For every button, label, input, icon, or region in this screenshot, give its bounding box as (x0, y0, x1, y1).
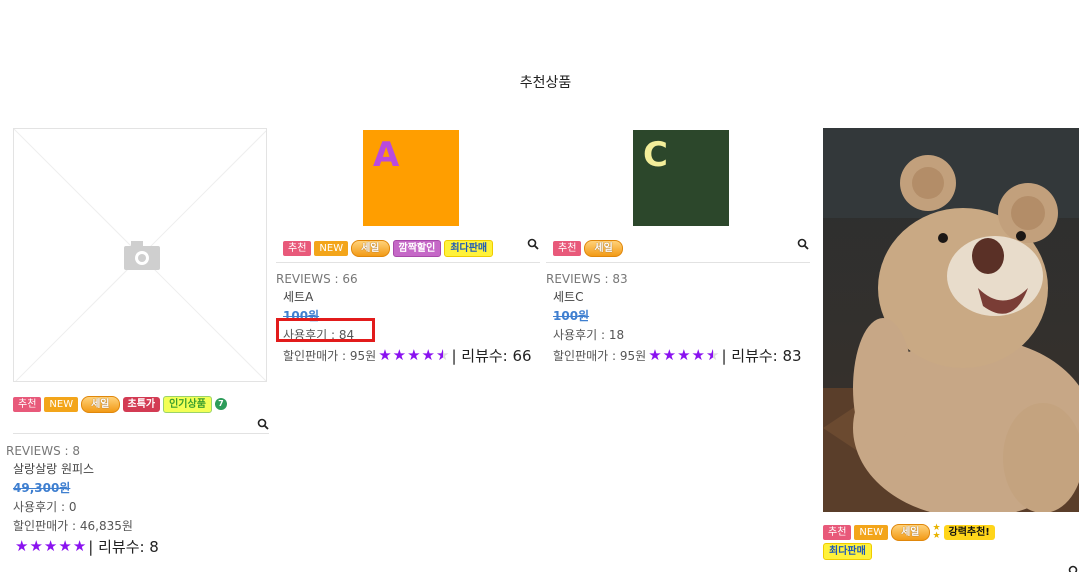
badge-sale: 세일 (891, 523, 930, 541)
product-badges-3: 추천 세일 (553, 239, 623, 257)
product-badges-2: 추천 NEW 세일 깜짝할인 최다판매 (283, 239, 494, 257)
badge-new: NEW (44, 396, 79, 412)
divider (546, 262, 810, 263)
badge-special-price: 초특가 (122, 396, 161, 412)
badge-flash-discount: 깜짝할인 (392, 239, 442, 257)
star-rating: ★★★★★★ (378, 348, 449, 363)
product-thumbnail[interactable]: A (363, 130, 459, 226)
product-thumbnail[interactable]: C (633, 130, 729, 226)
badge-best-seller: 최다판매 (823, 542, 872, 560)
search-icon[interactable] (527, 238, 539, 250)
product-badges-4: 추천 NEW 세일 ★ ★ 강력추천! (823, 523, 995, 541)
search-icon[interactable] (797, 238, 809, 250)
star-full-icon: ★ (677, 346, 691, 364)
teddy-bear-photo (823, 128, 1079, 512)
sale-price: 할인판매가 : 95원 (283, 349, 377, 363)
badge-sale: 세일 (81, 395, 120, 413)
star-half-icon: ★★ (706, 346, 720, 364)
highlight-box (276, 318, 375, 342)
product-name[interactable]: 세트A (276, 288, 532, 305)
product-name[interactable]: 살랑살랑 원피스 (6, 460, 159, 477)
original-price: 49,300원 (13, 481, 71, 495)
star-full-icon: ★ (662, 346, 677, 364)
product-card-3[interactable]: C (546, 130, 729, 226)
product-info-3: REVIEWS : 83 세트C 100원 사용후기 : 18 할인판매가 : … (546, 272, 802, 366)
section-title: 추천상품 (519, 75, 572, 91)
reviews-label: REVIEWS : 66 (276, 272, 358, 286)
star-half-icon: ★★ (436, 346, 450, 364)
badge-recommend: 추천 (13, 396, 42, 412)
placeholder-image (14, 129, 266, 381)
badge-popular: 인기상품 (163, 395, 212, 413)
badge-count: 7 (214, 398, 227, 410)
rating-row: ★ ★ ★ ★ ★ | 리뷰수: 8 (6, 536, 159, 557)
review-count: 사용후기 : 18 (553, 328, 625, 342)
badge-recommend: 추천 (553, 240, 582, 256)
product-card-1[interactable] (13, 128, 267, 382)
star-decoration-icon: ★ ★ (932, 523, 941, 541)
badge-new: NEW (854, 524, 889, 540)
star-full-icon: ★ (58, 537, 72, 555)
badge-best-seller: 최다판매 (444, 239, 494, 257)
reviews-label: REVIEWS : 8 (6, 444, 81, 458)
sale-price: 할인판매가 : 95원 (553, 349, 647, 363)
product-badges-4-row2: 최다판매 (823, 542, 872, 560)
review-count: 사용후기 : 0 (13, 500, 77, 514)
camera-icon (124, 241, 160, 270)
product-name[interactable]: 세트C (546, 288, 802, 305)
product-badges-1: 추천 NEW 세일 초특가 인기상품 7 (13, 395, 227, 413)
star-full-icon: ★ (378, 346, 392, 364)
star-full-icon: ★ (72, 537, 87, 555)
product-card-2[interactable]: A (276, 130, 459, 226)
badge-strong-recommend: 강력추천! (943, 524, 995, 540)
reviews-label: REVIEWS : 83 (546, 272, 628, 286)
star-full-icon: ★ (648, 346, 662, 364)
badge-sale: 세일 (351, 239, 390, 257)
product-thumbnail-placeholder[interactable] (13, 128, 267, 382)
recommended-products-page: 추천상품 추천 NEW 세일 초특가 인기상품 7 REVIEWS: 8 살랑… (0, 0, 1091, 572)
rating-row: 할인판매가 : 95원 ★★★★★★ | 리뷰수: 66 (276, 345, 532, 366)
badge-recommend: 추천 (283, 240, 312, 256)
badge-sale: 세일 (584, 239, 623, 257)
divider (276, 262, 540, 263)
badge-new: NEW (314, 240, 349, 256)
sale-price: 할인판매가 : 46,835원 (13, 519, 133, 533)
star-full-icon: ★ (421, 346, 435, 364)
badge-recommend: 추천 (823, 524, 852, 540)
review-total: | 리뷰수: 66 (451, 347, 532, 365)
divider (13, 433, 269, 434)
search-icon[interactable] (257, 418, 269, 430)
star-rating: ★★★★★★ (648, 348, 719, 363)
review-total: | 리뷰수: 8 (88, 538, 159, 556)
star-full-icon: ★ (392, 346, 407, 364)
star-full-icon: ★ (15, 537, 29, 555)
star-full-icon: ★ (407, 346, 421, 364)
rating-row: 할인판매가 : 95원 ★★★★★★ | 리뷰수: 83 (546, 345, 802, 366)
search-icon[interactable] (1068, 565, 1080, 572)
product-info-1: REVIEWS : 8 살랑살랑 원피스 49,300원 사용후기 : 0 할인… (6, 444, 159, 557)
star-full-icon: ★ (29, 537, 43, 555)
original-price: 100원 (553, 309, 590, 323)
star-full-icon: ★ (43, 537, 58, 555)
review-total: | 리뷰수: 83 (721, 347, 802, 365)
star-rating: ★ ★ ★ ★ ★ (15, 539, 86, 554)
product-thumbnail-teddy-bear[interactable] (823, 128, 1079, 512)
star-full-icon: ★ (691, 346, 705, 364)
